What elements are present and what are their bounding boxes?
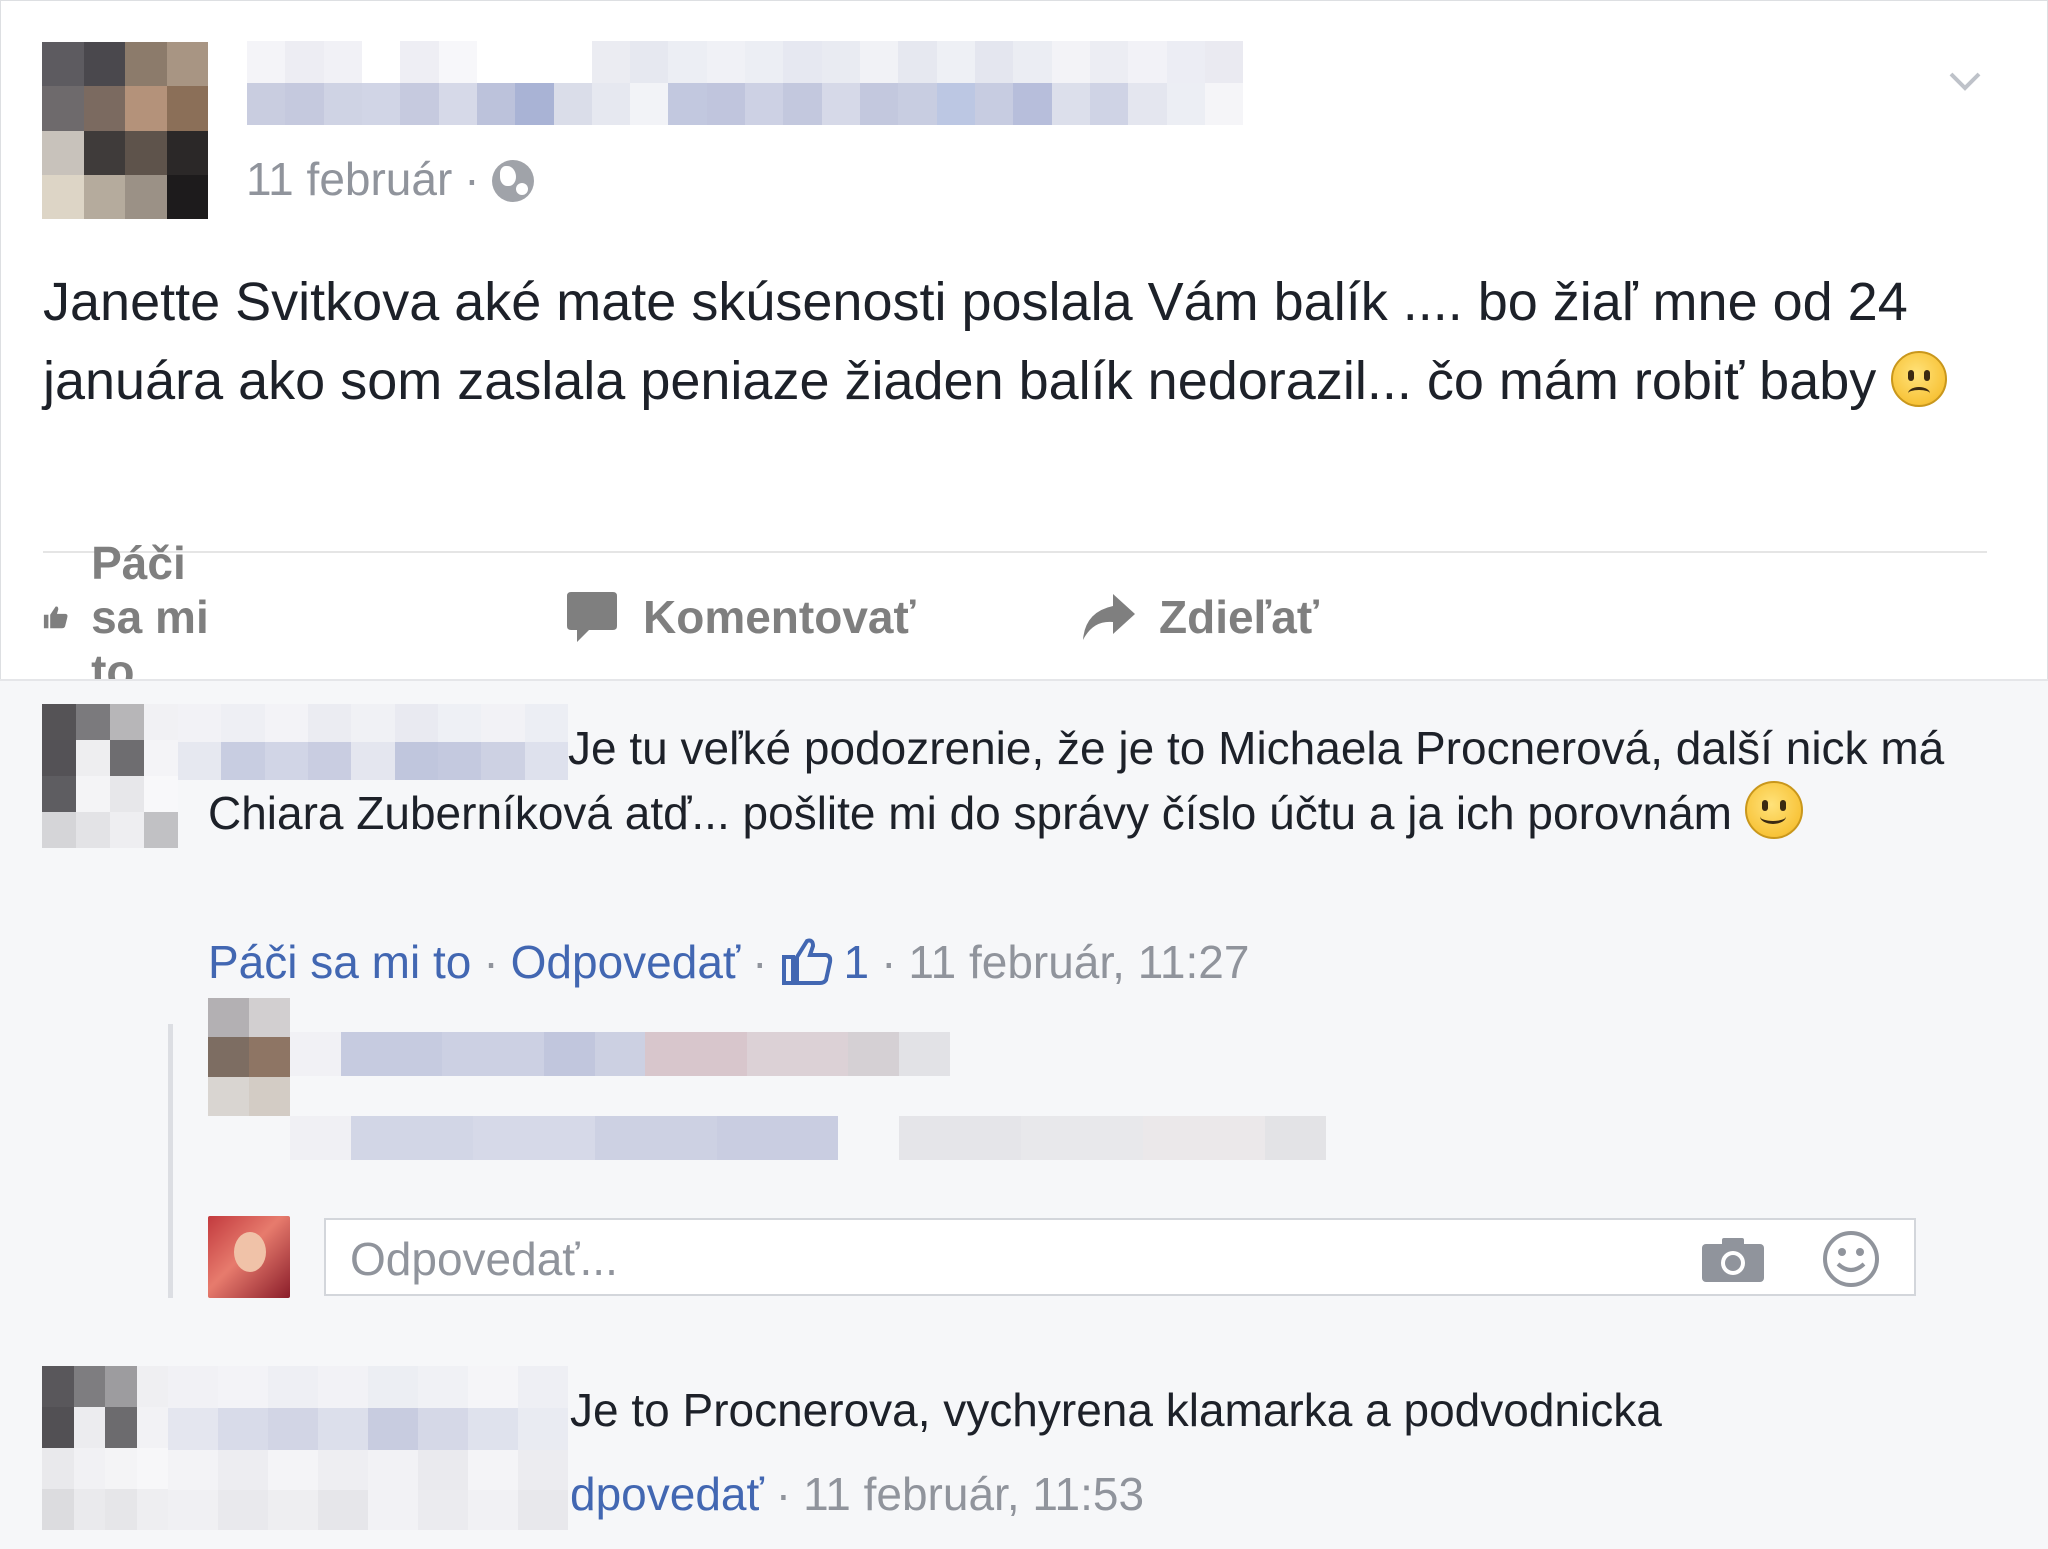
comment-label: Komentovať	[643, 591, 916, 643]
comment-meta: dpovedať · 11 február, 11:53	[570, 1464, 1144, 1524]
commenter-avatar[interactable]	[42, 1366, 168, 1530]
commenter-name-blur	[168, 1450, 568, 1490]
like-count[interactable]: 1	[780, 935, 870, 989]
like-icon	[43, 606, 68, 629]
meta-separator: ·	[752, 936, 768, 988]
comment-text: Je tu veľké podozrenie, že je to Michael…	[208, 716, 1968, 846]
reply-input[interactable]	[348, 1230, 1672, 1288]
author-name-blur	[247, 41, 1244, 83]
like-count-value: 1	[843, 936, 870, 988]
post-body: Janette Svitkova aké mate skúsenosti pos…	[43, 263, 1983, 421]
comment-timestamp[interactable]: 11 február, 11:27	[908, 935, 1249, 989]
author-name-blur	[247, 83, 1244, 125]
commenter-name-blur	[168, 1490, 568, 1530]
comment-button[interactable]: Komentovať	[563, 581, 916, 653]
comment-reply-link[interactable]: Odpovedať	[511, 935, 741, 989]
comment-meta: Páči sa mi to · Odpovedať · 1 · 11 febru…	[208, 932, 1249, 992]
thumbs-up-icon	[781, 938, 832, 985]
reply-name-blur	[290, 1032, 950, 1076]
comment-body: Je tu veľké podozrenie, že je to Michael…	[208, 722, 1945, 839]
like-label: Páči sa mi to	[91, 537, 209, 697]
commenter-name-blur	[168, 1366, 568, 1408]
post-text: Janette Svitkova aké mate skúsenosti pos…	[43, 272, 1908, 411]
current-user-avatar	[208, 1216, 290, 1298]
post-date[interactable]: 11 február	[246, 152, 452, 206]
comment-reply-link[interactable]: dpovedať	[570, 1467, 764, 1521]
like-button[interactable]: Páči sa mi to	[43, 537, 218, 697]
reply-thread-line	[168, 1024, 173, 1298]
reply-box[interactable]	[324, 1218, 1916, 1296]
meta-separator: ·	[775, 1468, 792, 1520]
camera-icon[interactable]	[1700, 1236, 1766, 1284]
comment-like-link[interactable]: Páči sa mi to	[208, 935, 471, 989]
reply-author-avatar[interactable]	[208, 998, 290, 1116]
meta-separator: ·	[881, 936, 897, 988]
smile-emoji	[1744, 781, 1803, 839]
share-label: Zdieľať	[1159, 591, 1319, 643]
commenter-avatar[interactable]	[42, 704, 178, 848]
divider	[43, 551, 1987, 553]
comment-icon	[567, 592, 617, 642]
chevron-down-icon[interactable]	[1947, 63, 1983, 99]
reply-text-blur	[290, 1116, 1326, 1160]
share-icon	[1083, 594, 1135, 640]
globe-icon[interactable]	[491, 160, 534, 202]
meta-separator: ·	[483, 936, 499, 988]
smile-icon[interactable]	[1822, 1230, 1880, 1288]
comment-timestamp[interactable]: 11 február, 11:53	[803, 1467, 1144, 1521]
comment-text: Je to Procnerova, vychyrena klamarka a p…	[570, 1378, 1970, 1443]
sad-face-emoji	[1891, 351, 1948, 407]
share-button[interactable]: Zdieľať	[1079, 581, 1319, 653]
comment-body: Je to Procnerova, vychyrena klamarka a p…	[570, 1384, 1662, 1436]
author-avatar[interactable]	[42, 42, 208, 219]
meta-separator: ·	[464, 153, 480, 205]
commenter-name-blur	[168, 1408, 568, 1450]
post-meta: 11 február ·	[246, 149, 534, 209]
